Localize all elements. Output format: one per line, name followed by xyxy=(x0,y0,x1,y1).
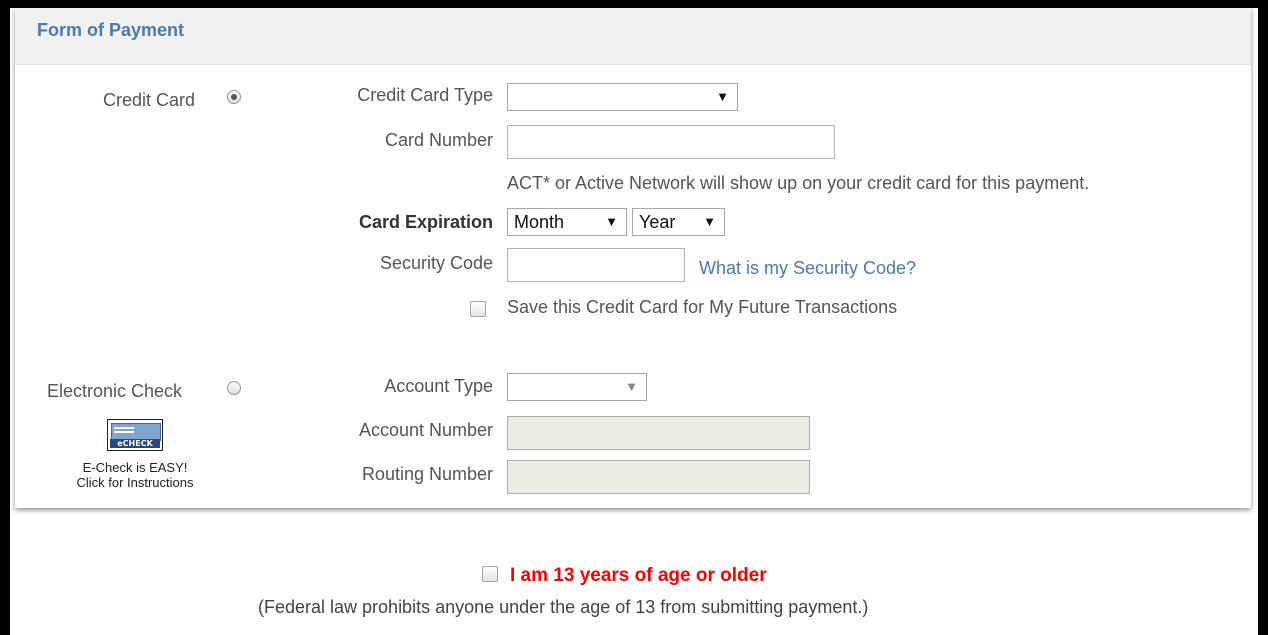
echeck-option-label: Electronic Check xyxy=(47,381,183,401)
panel-header: Form of Payment xyxy=(15,8,1251,65)
echeck-caption-line1[interactable]: E-Check is EASY! xyxy=(70,460,200,475)
age-legal-note: (Federal law prohibits anyone under the … xyxy=(258,597,869,617)
security-code-label: Security Code xyxy=(379,253,493,273)
credit-card-type-label: Credit Card Type xyxy=(357,85,493,105)
account-number-input[interactable] xyxy=(507,416,810,450)
credit-card-option-label: Credit Card xyxy=(103,90,196,110)
page: Form of Payment Credit Card Credit Card … xyxy=(10,8,1258,635)
age-confirmation-checkbox[interactable] xyxy=(482,566,498,582)
account-type-label: Account Type xyxy=(384,376,493,396)
security-code-input[interactable] xyxy=(507,248,685,282)
credit-card-type-select[interactable]: ▼ xyxy=(507,83,738,111)
echeck-lines xyxy=(114,427,134,429)
save-card-checkbox[interactable] xyxy=(470,301,486,317)
echeck-caption-line2[interactable]: Click for Instructions xyxy=(70,475,200,490)
form-of-payment-panel: Form of Payment Credit Card Credit Card … xyxy=(15,8,1251,508)
statement-note: ACT* or Active Network will show up on y… xyxy=(507,173,1090,193)
card-number-label: Card Number xyxy=(384,130,493,150)
chevron-down-icon: ▼ xyxy=(625,379,638,394)
save-card-label: Save this Credit Card for My Future Tran… xyxy=(507,297,898,317)
echeck-icon-text: eCHECK xyxy=(110,439,160,448)
echeck-icon[interactable]: eCHECK xyxy=(107,419,163,451)
expiration-month-select[interactable]: Month ▼ xyxy=(507,208,627,236)
security-code-help-link[interactable]: What is my Security Code? xyxy=(699,258,916,279)
age-confirmation-label: I am 13 years of age or older xyxy=(510,565,767,586)
account-number-label: Account Number xyxy=(358,420,493,440)
chevron-down-icon: ▼ xyxy=(716,89,729,104)
expiration-year-value: Year xyxy=(639,212,676,232)
card-expiration-label: Card Expiration xyxy=(358,212,493,232)
chevron-down-icon: ▼ xyxy=(703,214,716,229)
routing-number-input[interactable] xyxy=(507,460,810,494)
expiration-month-value: Month xyxy=(514,212,565,232)
card-number-input[interactable] xyxy=(507,125,835,159)
routing-number-label: Routing Number xyxy=(361,464,493,484)
expiration-year-select[interactable]: Year ▼ xyxy=(632,208,725,236)
account-type-select[interactable]: ▼ xyxy=(507,373,647,401)
panel-title: Form of Payment xyxy=(37,20,185,40)
chevron-down-icon: ▼ xyxy=(605,214,618,229)
